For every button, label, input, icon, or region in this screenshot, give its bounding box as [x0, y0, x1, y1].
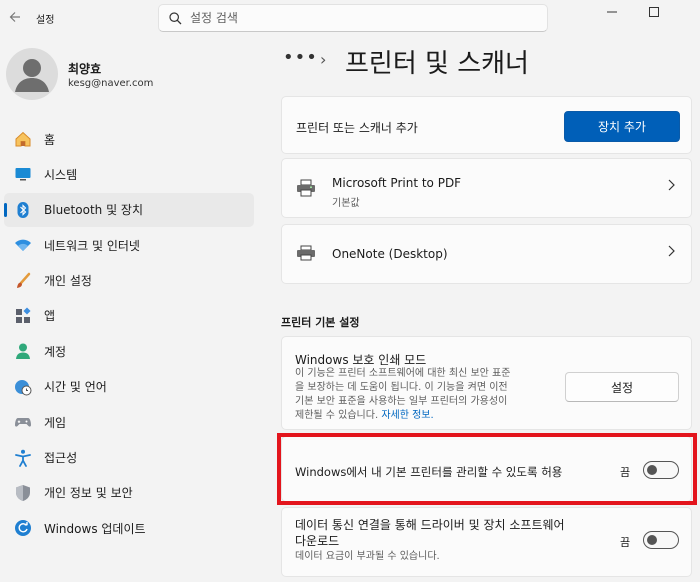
protected-print-mode-card: Windows 보호 인쇄 모드 이 기능은 프린터 소프트웨어에 대한 최신 …	[281, 336, 692, 430]
desc-line: 을 보장하는 데 도움이 됩니다. 이 기능을 켜면 이전	[295, 382, 508, 393]
desc-line: 이 기능은 프린터 소프트웨어에 대한 최신 보안 표준	[295, 368, 511, 379]
sidebar-item-label: 네트워크 및 인터넷	[44, 238, 140, 253]
brush-icon	[14, 272, 32, 290]
breadcrumb-separator: ›	[320, 50, 327, 69]
sidebar-item-bluetooth[interactable]: Bluetooth 및 장치	[4, 192, 254, 227]
sidebar-item-label: Bluetooth 및 장치	[44, 203, 144, 218]
metered-connection-card: 데이터 통신 연결을 통해 드라이버 및 장치 소프트웨어 다운로드 데이터 요…	[281, 507, 692, 577]
globe-clock-icon	[14, 378, 32, 396]
printer-icon	[297, 179, 315, 197]
toggle-state-label: 끔	[620, 536, 631, 549]
sidebar-item-label: 홈	[44, 132, 56, 147]
user-name: 최양효	[68, 62, 102, 76]
protected-mode-title: Windows 보호 인쇄 모드	[295, 353, 427, 367]
metered-download-description: 데이터 요금이 부과될 수 있습니다.	[295, 551, 440, 562]
avatar[interactable]	[6, 48, 58, 100]
metered-download-toggle[interactable]	[643, 531, 679, 549]
sidebar-item-label: 시간 및 언어	[44, 380, 107, 395]
home-icon	[14, 130, 32, 148]
printer-row-onenote[interactable]: OneNote (Desktop)	[281, 224, 692, 284]
accessibility-icon	[14, 449, 32, 467]
protected-mode-description: 이 기능은 프린터 소프트웨어에 대한 최신 보안 표준 을 보장하는 데 도움…	[295, 367, 555, 423]
gamepad-icon	[14, 413, 32, 431]
sidebar-item-label: 개인 설정	[44, 274, 92, 289]
learn-more-link[interactable]: 자세한 정보.	[381, 410, 433, 421]
bluetooth-icon	[14, 201, 32, 219]
minimize-icon	[607, 11, 617, 13]
minimize-button[interactable]	[592, 2, 632, 22]
monitor-icon	[14, 165, 32, 183]
sidebar-item-windows-update[interactable]: Windows 업데이트	[4, 511, 254, 545]
sidebar-nav: 홈 시스템 Bluetooth 및 장치 네트워크 및 인터넷 개인 설정 앱	[4, 122, 254, 547]
user-silhouette-icon	[15, 59, 49, 92]
desc-line: 기본 보안 표준을 사용하는 일부 프린터의 가용성이	[295, 396, 508, 407]
chevron-right-icon	[667, 179, 675, 195]
sidebar-item-apps[interactable]: 앱	[4, 299, 254, 333]
protected-mode-settings-button[interactable]: 설정	[565, 372, 679, 402]
back-button[interactable]	[4, 6, 26, 28]
wifi-icon	[14, 236, 32, 254]
back-arrow-icon	[9, 12, 20, 22]
printer-name: Microsoft Print to PDF	[332, 176, 462, 190]
chevron-right-icon	[667, 245, 675, 261]
sidebar-item-label: 앱	[44, 309, 56, 324]
sidebar-item-home[interactable]: 홈	[4, 122, 254, 156]
sidebar-item-personalization[interactable]: 개인 설정	[4, 264, 254, 298]
printer-name: OneNote (Desktop)	[332, 247, 448, 261]
printer-icon	[297, 245, 315, 261]
maximize-icon	[649, 7, 659, 17]
search-input[interactable]	[190, 11, 510, 25]
title-line: 다운로드	[295, 534, 340, 548]
sidebar-item-label: 개인 정보 및 보안	[44, 486, 133, 501]
account-icon	[14, 342, 32, 360]
search-box[interactable]	[158, 4, 548, 32]
shield-icon	[14, 484, 32, 502]
sidebar-item-label: 시스템	[44, 167, 78, 182]
sidebar-item-privacy[interactable]: 개인 정보 및 보안	[4, 476, 254, 510]
sidebar-item-label: 접근성	[44, 451, 78, 466]
maximize-button[interactable]	[634, 2, 674, 22]
add-printer-label: 프린터 또는 스캐너 추가	[296, 121, 418, 135]
metered-download-title: 데이터 통신 연결을 통해 드라이버 및 장치 소프트웨어 다운로드	[295, 517, 565, 549]
sidebar-item-accessibility[interactable]: 접근성	[4, 441, 254, 475]
search-icon	[169, 11, 182, 24]
apps-icon	[14, 307, 32, 325]
printer-status: 기본값	[332, 198, 360, 209]
printer-row-pdf[interactable]: Microsoft Print to PDF 기본값	[281, 158, 692, 218]
user-email: kesg@naver.com	[68, 78, 154, 89]
sidebar-item-label: 계정	[44, 344, 67, 359]
sidebar-item-label: Windows 업데이트	[44, 521, 146, 536]
title-bar: 설정	[0, 0, 700, 36]
sidebar-item-accounts[interactable]: 계정	[4, 334, 254, 368]
sidebar-item-network[interactable]: 네트워크 및 인터넷	[4, 228, 254, 262]
desc-line: 제한될 수 있습니다.	[295, 410, 382, 421]
sidebar-item-label: 게임	[44, 415, 67, 430]
title-line: 데이터 통신 연결을 통해 드라이버 및 장치 소프트웨어	[295, 518, 565, 532]
sidebar-item-system[interactable]: 시스템	[4, 157, 254, 191]
highlight-box	[277, 433, 697, 505]
add-device-button[interactable]: 장치 추가	[564, 111, 680, 142]
app-title: 설정	[36, 15, 55, 26]
section-title-printer-preferences: 프린터 기본 설정	[281, 316, 360, 329]
page-title: 프린터 및 스캐너	[345, 49, 529, 79]
update-icon	[14, 519, 32, 537]
sidebar-item-gaming[interactable]: 게임	[4, 405, 254, 439]
add-printer-card: 프린터 또는 스캐너 추가 장치 추가	[281, 96, 692, 154]
sidebar-item-time-language[interactable]: 시간 및 언어	[4, 370, 254, 404]
breadcrumb-more-button[interactable]: •••	[283, 47, 318, 68]
